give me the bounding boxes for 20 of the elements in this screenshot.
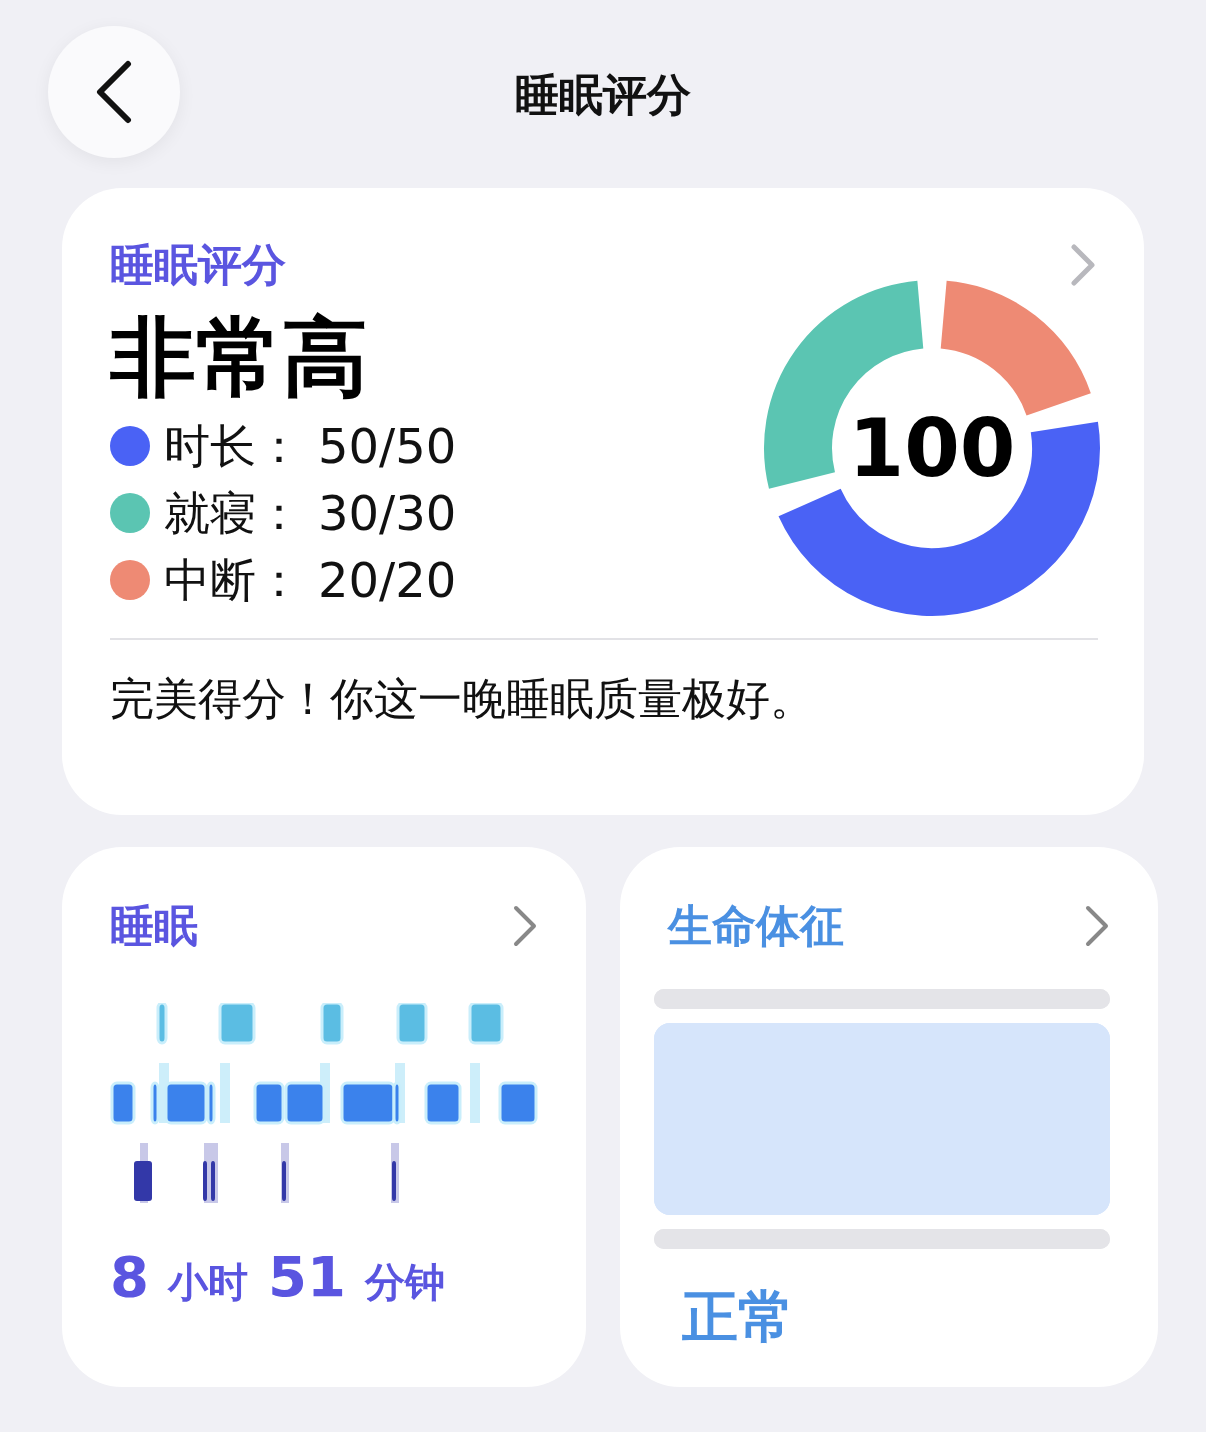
vitals-status: 正常 [681, 1283, 795, 1351]
legend-label: 时长： [164, 417, 303, 475]
sleep-card[interactable]: 睡眠 8 小时 51 分钟 [62, 847, 586, 1387]
chevron-right-icon [1068, 241, 1098, 289]
sleep-duration: 8 小时 51 分钟 [110, 1249, 447, 1305]
vitals-card[interactable]: 生命体征 正常 [620, 847, 1158, 1387]
score-rating: 非常高 [110, 310, 369, 405]
legend-label: 中断： [164, 551, 303, 609]
total-score: 100 [848, 402, 1016, 495]
sleep-score-card[interactable]: 睡眠评分 非常高 时长： 50/50 就寝： 30/30 中断： 20/20 100 完美得分！你这一晚睡眠质量极好。 [62, 188, 1144, 815]
page-title: 睡眠评分 [515, 68, 691, 122]
card-title: 睡眠评分 [110, 238, 286, 292]
legend-score: 30/30 [318, 484, 457, 544]
legend-score: 50/50 [318, 417, 457, 477]
legend-label: 就寝： [164, 484, 303, 542]
score-message: 完美得分！你这一晚睡眠质量极好。 [110, 638, 1098, 732]
card-title: 睡眠 [110, 899, 198, 953]
card-title: 生命体征 [668, 899, 844, 953]
back-icon [94, 60, 134, 124]
legend-score: 20/20 [318, 551, 457, 611]
